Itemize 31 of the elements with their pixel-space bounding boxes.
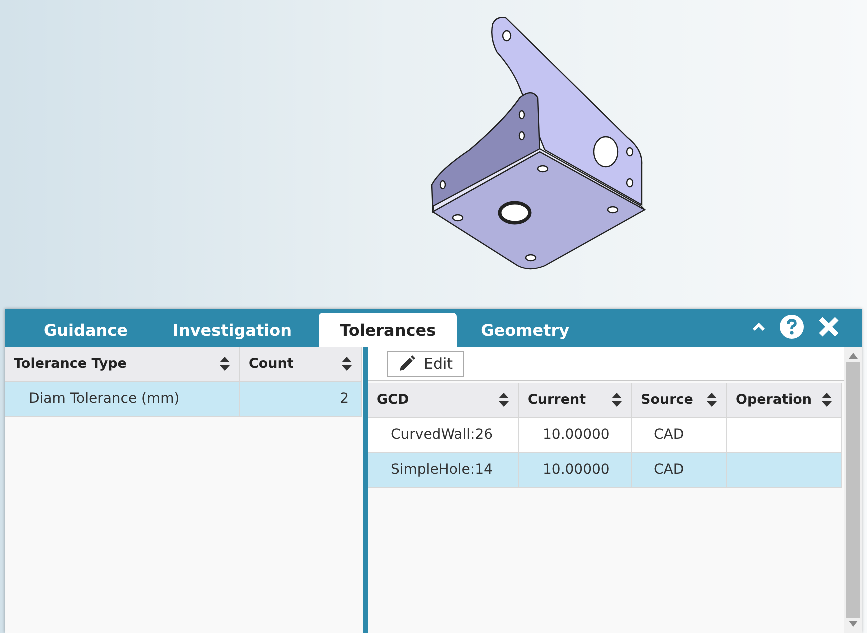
tab[interactable]: Guidance xyxy=(23,313,149,347)
scrollbar[interactable] xyxy=(844,347,862,633)
table-cell: 10.00000 xyxy=(519,418,632,453)
collapse-icon[interactable] xyxy=(752,322,766,332)
tab[interactable]: Geometry xyxy=(460,313,591,347)
column-header[interactable]: Count xyxy=(249,356,294,372)
table-cell: Diam Tolerance (mm) xyxy=(5,382,240,417)
sort-icon[interactable] xyxy=(706,392,718,408)
table-row[interactable]: SimpleHole:14 10.00000 CAD xyxy=(368,453,844,488)
table-cell: CurvedWall:26 xyxy=(368,418,519,453)
help-icon[interactable] xyxy=(780,315,804,339)
sort-icon[interactable] xyxy=(821,392,833,408)
scroll-up-icon[interactable] xyxy=(848,353,858,359)
table-cell: 2 xyxy=(240,382,362,417)
tab[interactable]: Tolerances xyxy=(319,313,458,347)
table-cell: CAD xyxy=(632,418,727,453)
pencil-icon xyxy=(398,354,416,372)
scroll-down-icon[interactable] xyxy=(848,621,858,627)
table-cell: 10.00000 xyxy=(519,453,632,488)
table-row[interactable]: CurvedWall:26 10.00000 CAD xyxy=(368,418,844,453)
column-header[interactable]: GCD xyxy=(377,392,410,408)
sort-icon[interactable] xyxy=(498,392,510,408)
table-row[interactable]: Diam Tolerance (mm) 2 xyxy=(5,382,363,417)
sort-icon[interactable] xyxy=(611,392,623,408)
table-cell: SimpleHole:14 xyxy=(368,453,519,488)
sort-icon[interactable] xyxy=(219,356,231,372)
sort-icon[interactable] xyxy=(341,356,353,372)
tab[interactable]: Investigation xyxy=(152,313,314,347)
edit-button[interactable]: Edit xyxy=(387,350,464,376)
close-icon[interactable] xyxy=(818,316,840,338)
table-cell: CAD xyxy=(632,453,727,488)
